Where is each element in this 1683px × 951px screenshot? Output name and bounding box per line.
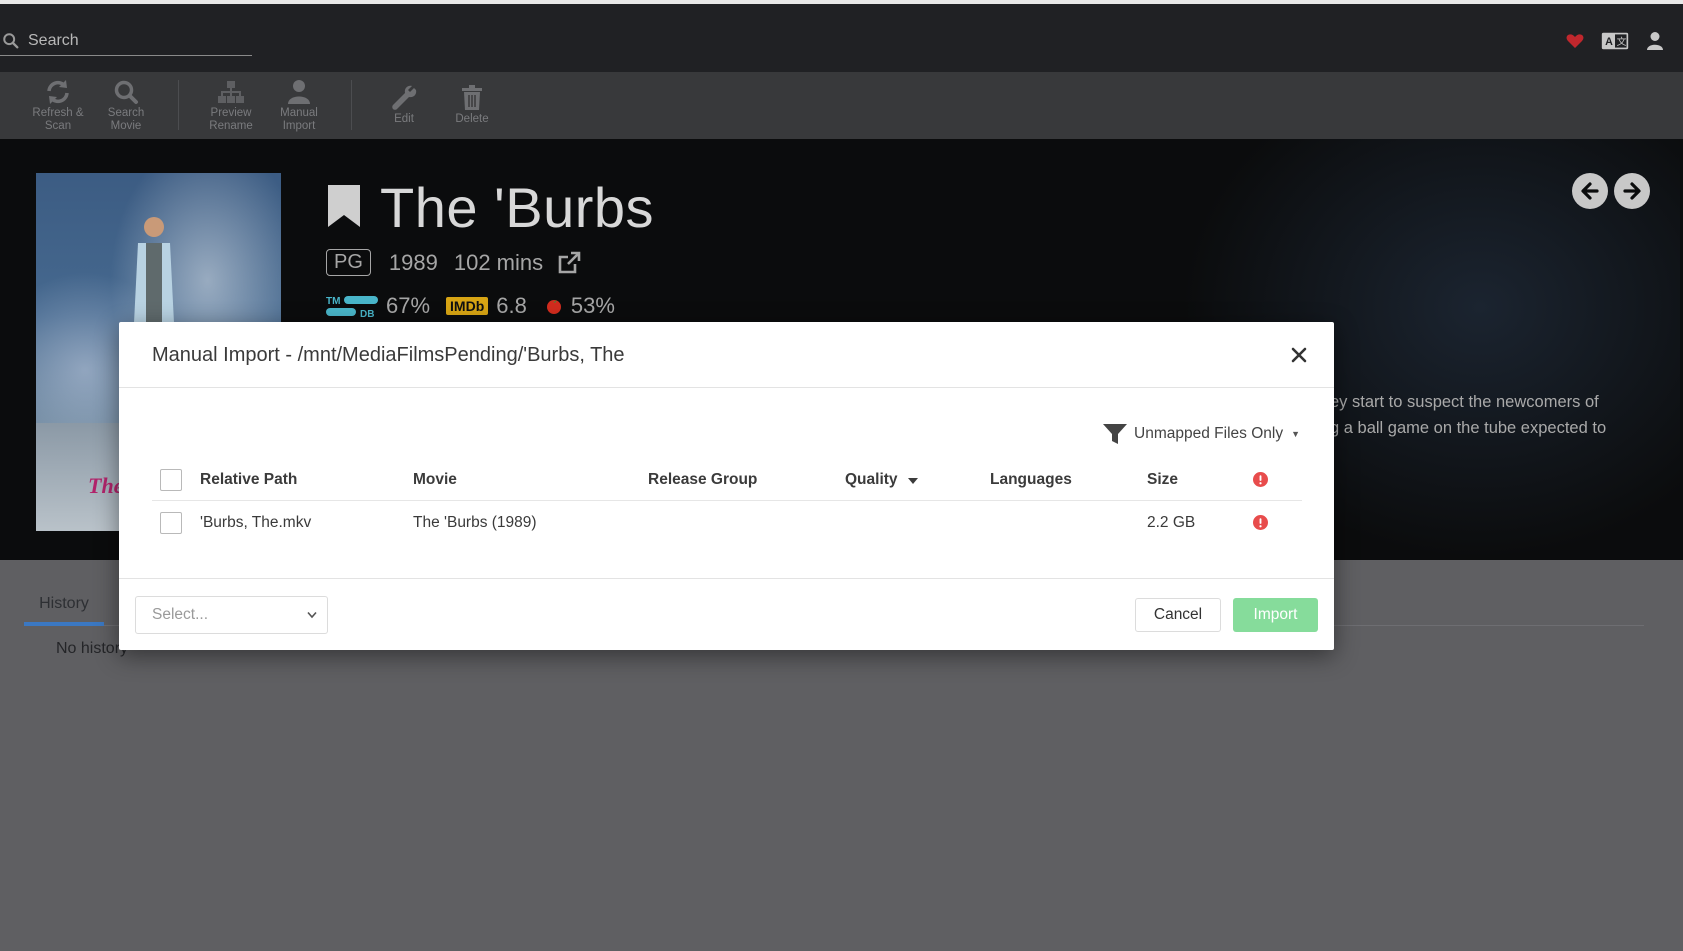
rt-rating: 53% bbox=[570, 293, 615, 318]
table-header: Relative Path Movie Release Group Qualit… bbox=[152, 458, 1302, 501]
user-icon[interactable] bbox=[1641, 28, 1669, 54]
modal-title: Manual Import - /mnt/MediaFilmsPending/'… bbox=[152, 344, 625, 366]
cell-relative-path: 'Burbs, The.mkv bbox=[200, 514, 312, 531]
toolbar-separator bbox=[178, 80, 179, 130]
svg-text:DB: DB bbox=[360, 309, 374, 318]
user-icon bbox=[288, 79, 310, 104]
delete-button[interactable]: Delete bbox=[438, 72, 506, 139]
column-languages[interactable]: Languages bbox=[990, 458, 1072, 501]
tmdb-rating: 67% bbox=[386, 293, 431, 318]
toolbar-separator bbox=[351, 80, 352, 130]
close-icon bbox=[1291, 347, 1307, 363]
column-movie[interactable]: Movie bbox=[413, 458, 457, 501]
column-relative-path[interactable]: Relative Path bbox=[200, 458, 297, 501]
refresh-scan-label: Refresh & Scan bbox=[32, 106, 84, 132]
search-icon bbox=[3, 32, 19, 48]
svg-text:文: 文 bbox=[1617, 35, 1627, 48]
preview-rename-label: Preview Rename bbox=[209, 106, 253, 132]
arrow-left-icon bbox=[1581, 182, 1599, 200]
preview-rename-button[interactable]: Preview Rename bbox=[197, 72, 265, 139]
cell-size: 2.2 GB bbox=[1147, 514, 1196, 531]
top-bar: A文 bbox=[0, 0, 1683, 72]
row-checkbox[interactable] bbox=[160, 512, 182, 534]
close-button[interactable] bbox=[1286, 342, 1312, 368]
movie-overview: ey start to suspect the newcomers of g a… bbox=[1330, 389, 1650, 441]
select-all-checkbox[interactable] bbox=[160, 469, 182, 491]
tmdb-logo-icon: TM DB bbox=[326, 296, 378, 318]
edit-label: Edit bbox=[394, 113, 414, 125]
imdb-logo: IMDb bbox=[446, 297, 489, 315]
overview-line: ey start to suspect the newcomers of bbox=[1330, 393, 1599, 411]
external-link-icon[interactable] bbox=[557, 251, 581, 275]
search-icon bbox=[114, 80, 138, 104]
warning-icon[interactable] bbox=[1253, 515, 1268, 530]
edit-button[interactable]: Edit bbox=[370, 72, 438, 139]
import-button[interactable]: Import bbox=[1233, 598, 1318, 632]
top-right-icons: A文 bbox=[1561, 28, 1669, 54]
column-size[interactable]: Size bbox=[1147, 458, 1178, 501]
heart-icon[interactable] bbox=[1561, 28, 1589, 54]
column-status bbox=[1253, 458, 1268, 501]
modal-footer: Select... Cancel Import bbox=[119, 578, 1334, 650]
wrench-icon bbox=[392, 85, 417, 110]
column-quality-label: Quality bbox=[845, 471, 898, 488]
previous-movie-button[interactable] bbox=[1572, 173, 1608, 209]
bulk-action-select[interactable]: Select... bbox=[135, 596, 328, 634]
movie-year: 1989 bbox=[388, 249, 438, 275]
movie-ratings: TM DB 67% IMDb 6.8 53% bbox=[326, 293, 615, 319]
manual-import-button[interactable]: Manual Import bbox=[265, 72, 333, 139]
movie-title: The 'Burbs bbox=[380, 176, 655, 239]
manual-import-modal: Manual Import - /mnt/MediaFilmsPending/'… bbox=[119, 322, 1334, 650]
refresh-icon bbox=[47, 79, 69, 104]
delete-label: Delete bbox=[455, 113, 489, 125]
chevron-down-icon bbox=[307, 611, 317, 619]
warning-icon bbox=[1253, 472, 1268, 487]
translate-icon[interactable]: A文 bbox=[1601, 28, 1629, 54]
manual-import-label: Manual Import bbox=[280, 106, 318, 132]
import-table: Relative Path Movie Release Group Qualit… bbox=[152, 458, 1302, 544]
arrow-right-icon bbox=[1623, 182, 1641, 200]
caret-down-icon: ▼ bbox=[1291, 429, 1300, 439]
search-input[interactable] bbox=[28, 31, 238, 50]
modal-header: Manual Import - /mnt/MediaFilmsPending/'… bbox=[119, 322, 1334, 388]
empty-history-message: No history bbox=[56, 640, 129, 657]
cell-status[interactable] bbox=[1253, 501, 1268, 544]
certification-badge: PG bbox=[326, 249, 371, 276]
svg-text:TM: TM bbox=[326, 296, 340, 307]
filter-label: Unmapped Files Only bbox=[1134, 425, 1284, 442]
trash-icon bbox=[462, 85, 482, 110]
sort-down-icon bbox=[907, 477, 918, 484]
filter-menu[interactable]: Unmapped Files Only ▼ bbox=[1102, 422, 1300, 446]
bookmark-icon[interactable] bbox=[326, 183, 362, 229]
page-toolbar: Refresh & Scan Search Movie Preview Rena… bbox=[0, 72, 1683, 139]
select-placeholder: Select... bbox=[152, 606, 208, 623]
movie-navigation bbox=[1572, 173, 1650, 209]
search-box bbox=[0, 26, 252, 56]
column-release-group[interactable]: Release Group bbox=[648, 458, 757, 501]
cancel-button[interactable]: Cancel bbox=[1135, 598, 1221, 632]
column-quality[interactable]: Quality bbox=[845, 458, 918, 501]
svg-text:A: A bbox=[1605, 36, 1613, 48]
movie-runtime: 102 mins bbox=[453, 249, 544, 275]
search-movie-label: Search Movie bbox=[107, 106, 145, 132]
tab-history[interactable]: History bbox=[24, 582, 104, 626]
refresh-scan-button[interactable]: Refresh & Scan bbox=[24, 72, 92, 139]
search-movie-button[interactable]: Search Movie bbox=[92, 72, 160, 139]
next-movie-button[interactable] bbox=[1614, 173, 1650, 209]
tomato-icon bbox=[546, 300, 561, 314]
imdb-rating: 6.8 bbox=[496, 293, 527, 318]
table-row[interactable]: 'Burbs, The.mkv The 'Burbs (1989) 2.2 GB bbox=[152, 501, 1302, 544]
cell-movie[interactable]: The 'Burbs (1989) bbox=[413, 501, 537, 544]
sitemap-icon bbox=[218, 80, 244, 103]
filter-icon bbox=[1103, 424, 1128, 444]
overview-line: g a ball game on the tube expected to bbox=[1330, 419, 1607, 437]
movie-meta: PG 1989 102 mins bbox=[326, 249, 581, 276]
